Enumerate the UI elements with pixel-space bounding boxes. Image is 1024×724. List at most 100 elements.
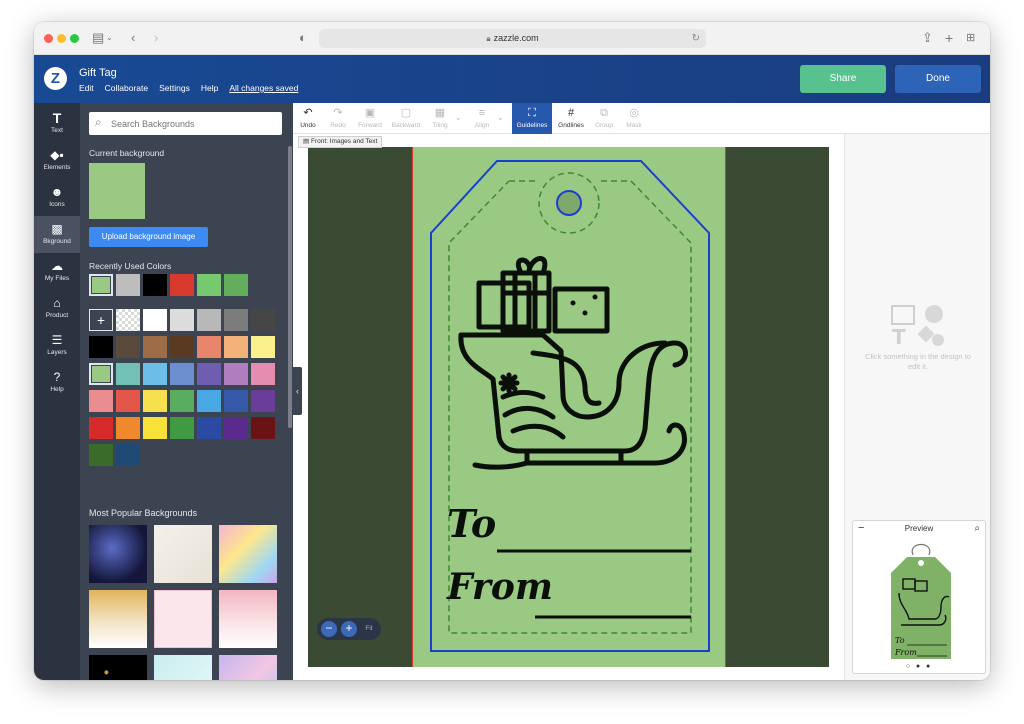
background-tile-rose-glitter[interactable] <box>219 590 277 648</box>
rail-item-background[interactable]: ▩ Bkground <box>34 216 80 253</box>
rail-item-help[interactable]: ? Help <box>34 364 80 401</box>
palette-color-swatch[interactable] <box>143 309 167 331</box>
menu-edit[interactable]: Edit <box>79 83 94 93</box>
palette-color-swatch[interactable] <box>251 417 275 439</box>
palette-color-swatch[interactable] <box>116 417 140 439</box>
background-tile-pastel-marble[interactable] <box>219 655 277 680</box>
recent-color-swatch[interactable] <box>89 274 113 296</box>
share-button[interactable]: Share <box>800 65 886 93</box>
palette-color-swatch[interactable] <box>170 390 194 412</box>
palette-color-swatch[interactable] <box>116 444 140 466</box>
sidebar-toggle-icon[interactable]: ▤ <box>92 30 104 46</box>
palette-color-swatch[interactable] <box>197 309 221 331</box>
palette-color-swatch[interactable] <box>89 336 113 358</box>
current-background-swatch[interactable] <box>89 163 145 219</box>
rail-item-product[interactable]: ⌂ Product <box>34 290 80 327</box>
palette-color-swatch[interactable] <box>224 336 248 358</box>
done-button[interactable]: Done <box>895 65 981 93</box>
background-tile-gold-glitter[interactable] <box>89 590 147 648</box>
palette-color-swatch[interactable] <box>143 390 167 412</box>
magnify-icon[interactable]: ⌕ <box>974 523 980 534</box>
menu-settings[interactable]: Settings <box>159 83 190 93</box>
rail-item-elements[interactable]: ◆▪ Elements <box>34 142 80 179</box>
share-sheet-icon[interactable]: ⇪ <box>922 30 933 46</box>
recent-color-swatch[interactable] <box>224 274 248 296</box>
palette-color-swatch[interactable] <box>89 390 113 412</box>
palette-color-swatch[interactable] <box>143 417 167 439</box>
zoom-window-button[interactable] <box>70 34 79 43</box>
group-button[interactable]: ⧉ Group <box>591 103 617 134</box>
palette-color-swatch[interactable] <box>170 309 194 331</box>
rail-item-my-files[interactable]: ☁ My Files <box>34 253 80 290</box>
palette-color-swatch[interactable] <box>251 309 275 331</box>
preview-pager[interactable]: ○ ● ● <box>853 663 985 670</box>
redo-button[interactable]: ↷ Redo <box>325 103 351 134</box>
menu-help[interactable]: Help <box>201 83 218 93</box>
back-icon[interactable]: ‹ <box>131 30 135 46</box>
chevron-down-icon[interactable]: ⌄ <box>106 30 113 46</box>
rail-item-text[interactable]: T Text <box>34 105 80 142</box>
palette-color-swatch[interactable] <box>116 309 140 331</box>
close-window-button[interactable] <box>44 34 53 43</box>
recent-color-swatch[interactable] <box>170 274 194 296</box>
rail-item-layers[interactable]: ☰ Layers <box>34 327 80 364</box>
reload-icon[interactable]: ↻ <box>692 29 700 48</box>
palette-color-swatch[interactable] <box>170 363 194 385</box>
forward-nav-icon[interactable]: › <box>154 30 158 46</box>
side-tab[interactable]: ▤ Front: Images and Text <box>298 136 383 148</box>
backward-button[interactable]: ▢ Backward <box>389 103 423 134</box>
background-tile-floral[interactable] <box>154 590 212 648</box>
recent-color-swatch[interactable] <box>197 274 221 296</box>
palette-color-swatch[interactable] <box>224 390 248 412</box>
collapse-panel-button[interactable]: ‹ <box>293 367 302 415</box>
palette-color-swatch[interactable] <box>143 336 167 358</box>
rail-item-icons[interactable]: ☻ Icons <box>34 179 80 216</box>
align-chevron-down-icon[interactable]: ⌄ <box>497 113 504 122</box>
palette-color-swatch[interactable] <box>170 336 194 358</box>
forward-button[interactable]: ▣ Forward <box>355 103 385 134</box>
zoom-out-button[interactable]: − <box>321 621 337 637</box>
gridlines-button[interactable]: # Gridlines <box>555 103 587 134</box>
tab-overview-icon[interactable]: ⊞ <box>966 30 975 46</box>
save-status-link[interactable]: All changes saved <box>229 83 298 93</box>
palette-color-swatch[interactable] <box>251 336 275 358</box>
shield-icon[interactable]: ◐ <box>299 30 307 46</box>
address-bar[interactable]: 🔒︎ zazzle.com ↻ <box>319 29 706 48</box>
palette-color-swatch[interactable] <box>116 390 140 412</box>
background-search[interactable]: ⌕ <box>89 112 282 135</box>
recent-color-swatch[interactable] <box>143 274 167 296</box>
panel-scrollbar[interactable] <box>288 146 292 428</box>
palette-color-swatch[interactable] <box>116 363 140 385</box>
palette-color-swatch[interactable] <box>197 336 221 358</box>
add-color-button[interactable]: + <box>89 309 113 331</box>
gift-tag-design[interactable]: To From <box>412 147 726 667</box>
palette-color-swatch[interactable] <box>170 417 194 439</box>
zoom-in-button[interactable]: + <box>341 621 357 637</box>
minimize-window-button[interactable] <box>57 34 66 43</box>
palette-color-swatch[interactable] <box>116 336 140 358</box>
palette-color-swatch[interactable] <box>224 417 248 439</box>
background-tile-linen[interactable] <box>154 525 212 583</box>
align-button[interactable]: ≡ Align <box>469 103 495 134</box>
palette-color-swatch[interactable] <box>224 309 248 331</box>
background-tile-galaxy[interactable] <box>89 525 147 583</box>
background-tile-aqua[interactable] <box>154 655 212 680</box>
tiling-button[interactable]: ▦ Tiling <box>427 103 453 134</box>
palette-color-swatch[interactable] <box>89 417 113 439</box>
preview-thumbnail[interactable]: To From <box>853 535 987 669</box>
palette-color-swatch[interactable] <box>197 390 221 412</box>
palette-color-swatch[interactable] <box>197 417 221 439</box>
menu-collaborate[interactable]: Collaborate <box>105 83 148 93</box>
background-tile-black-confetti[interactable] <box>89 655 147 680</box>
new-tab-icon[interactable]: + <box>945 30 953 46</box>
design-canvas[interactable]: To From ▤ Front: Images and Text − + Fit <box>293 134 844 680</box>
guidelines-button[interactable]: ⛶ Guidelines <box>512 103 552 134</box>
palette-color-swatch[interactable] <box>197 363 221 385</box>
zazzle-logo[interactable]: Z <box>44 67 67 90</box>
background-tile-watercolor[interactable] <box>219 525 277 583</box>
palette-color-swatch[interactable] <box>89 363 113 385</box>
palette-color-swatch[interactable] <box>143 363 167 385</box>
palette-color-swatch[interactable] <box>251 390 275 412</box>
undo-button[interactable]: ↶ Undo <box>295 103 321 134</box>
recent-color-swatch[interactable] <box>116 274 140 296</box>
